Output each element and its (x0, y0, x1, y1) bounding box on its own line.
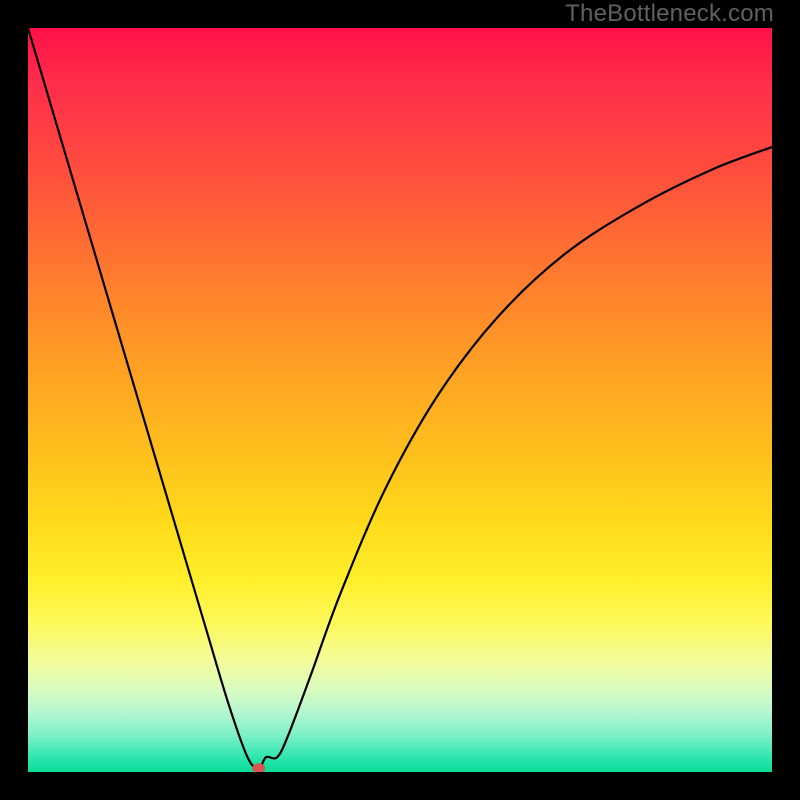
plot-area (28, 28, 772, 772)
minimum-marker (252, 763, 265, 772)
watermark-text: TheBottleneck.com (565, 0, 774, 28)
curve-layer (28, 28, 772, 772)
chart-container: TheBottleneck.com (0, 0, 800, 800)
bottleneck-curve (28, 28, 772, 768)
